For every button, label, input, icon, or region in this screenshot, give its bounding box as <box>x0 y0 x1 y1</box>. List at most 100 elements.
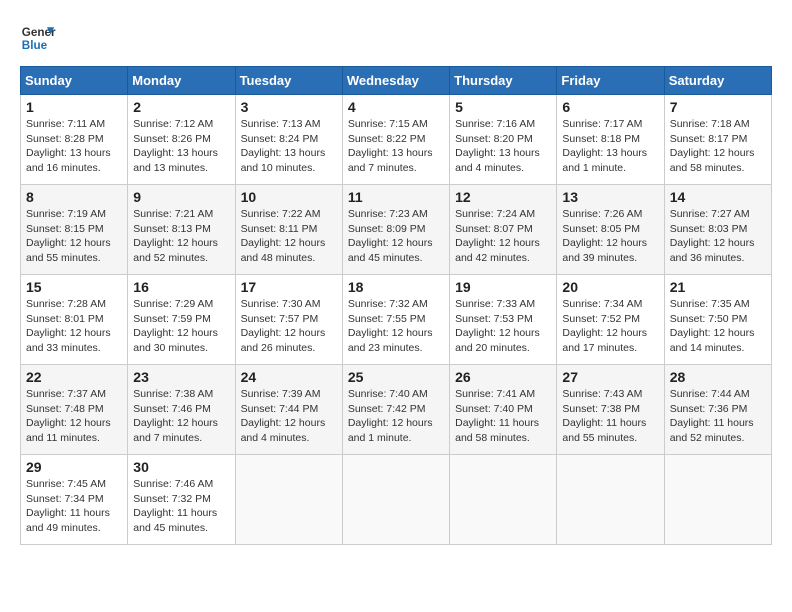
day-number: 15 <box>26 279 122 295</box>
day-detail: Sunrise: 7:19 AMSunset: 8:15 PMDaylight:… <box>26 207 122 266</box>
calendar-week-row: 1 Sunrise: 7:11 AMSunset: 8:28 PMDaylight… <box>21 95 772 185</box>
day-number: 25 <box>348 369 444 385</box>
calendar-week-row: 22Sunrise: 7:37 AMSunset: 7:48 PMDayligh… <box>21 365 772 455</box>
day-number: 23 <box>133 369 229 385</box>
col-friday: Friday <box>557 67 664 95</box>
day-number: 24 <box>241 369 337 385</box>
table-row: 23 Sunrise: 7:38 AMSunset: 7:46 PMDayligh… <box>128 365 235 455</box>
table-row: 16 Sunrise: 7:29 AMSunset: 7:59 PMDayligh… <box>128 275 235 365</box>
day-detail: Sunrise: 7:29 AMSunset: 7:59 PMDaylight:… <box>133 297 229 356</box>
day-detail: Sunrise: 7:28 AMSunset: 8:01 PMDaylight:… <box>26 297 122 356</box>
day-number: 9 <box>133 189 229 205</box>
table-row: 1 Sunrise: 7:11 AMSunset: 8:28 PMDaylight… <box>21 95 128 185</box>
day-number: 29 <box>26 459 122 475</box>
table-row: 12Sunrise: 7:24 AMSunset: 8:07 PMDayligh… <box>450 185 557 275</box>
table-row: 5 Sunrise: 7:16 AMSunset: 8:20 PMDaylight… <box>450 95 557 185</box>
day-detail: Sunrise: 7:35 AMSunset: 7:50 PMDaylight:… <box>670 297 766 356</box>
table-row: 2 Sunrise: 7:12 AMSunset: 8:26 PMDaylight… <box>128 95 235 185</box>
day-number: 13 <box>562 189 658 205</box>
day-detail: Sunrise: 7:43 AMSunset: 7:38 PMDaylight:… <box>562 387 658 446</box>
day-number: 1 <box>26 99 122 115</box>
col-thursday: Thursday <box>450 67 557 95</box>
table-row: 10 Sunrise: 7:22 AMSunset: 8:11 PMDayligh… <box>235 185 342 275</box>
table-row: 7 Sunrise: 7:18 AMSunset: 8:17 PMDaylight… <box>664 95 771 185</box>
col-tuesday: Tuesday <box>235 67 342 95</box>
day-number: 27 <box>562 369 658 385</box>
table-row: 4 Sunrise: 7:15 AMSunset: 8:22 PMDaylight… <box>342 95 449 185</box>
table-row <box>450 455 557 545</box>
day-number: 2 <box>133 99 229 115</box>
day-detail: Sunrise: 7:40 AMSunset: 7:42 PMDaylight:… <box>348 387 444 446</box>
day-detail: Sunrise: 7:26 AMSunset: 8:05 PMDaylight:… <box>562 207 658 266</box>
day-number: 17 <box>241 279 337 295</box>
day-detail: Sunrise: 7:11 AMSunset: 8:28 PMDaylight:… <box>26 117 122 176</box>
table-row: 8 Sunrise: 7:19 AMSunset: 8:15 PMDaylight… <box>21 185 128 275</box>
table-row <box>235 455 342 545</box>
logo: General Blue <box>20 20 56 56</box>
day-number: 8 <box>26 189 122 205</box>
col-monday: Monday <box>128 67 235 95</box>
table-row: 3Sunrise: 7:13 AMSunset: 8:24 PMDaylight… <box>235 95 342 185</box>
day-detail: Sunrise: 7:27 AMSunset: 8:03 PMDaylight:… <box>670 207 766 266</box>
calendar-week-row: 15 Sunrise: 7:28 AMSunset: 8:01 PMDayligh… <box>21 275 772 365</box>
day-detail: Sunrise: 7:13 AMSunset: 8:24 PMDaylight:… <box>241 117 337 176</box>
day-detail: Sunrise: 7:38 AMSunset: 7:46 PMDaylight:… <box>133 387 229 446</box>
day-detail: Sunrise: 7:46 AMSunset: 7:32 PMDaylight:… <box>133 477 229 536</box>
day-detail: Sunrise: 7:32 AMSunset: 7:55 PMDaylight:… <box>348 297 444 356</box>
col-sunday: Sunday <box>21 67 128 95</box>
day-number: 26 <box>455 369 551 385</box>
table-row: 20 Sunrise: 7:34 AMSunset: 7:52 PMDayligh… <box>557 275 664 365</box>
table-row: 15 Sunrise: 7:28 AMSunset: 8:01 PMDayligh… <box>21 275 128 365</box>
day-detail: Sunrise: 7:34 AMSunset: 7:52 PMDaylight:… <box>562 297 658 356</box>
day-detail: Sunrise: 7:21 AMSunset: 8:13 PMDaylight:… <box>133 207 229 266</box>
day-number: 6 <box>562 99 658 115</box>
table-row: 17Sunrise: 7:30 AMSunset: 7:57 PMDayligh… <box>235 275 342 365</box>
calendar-week-row: 8 Sunrise: 7:19 AMSunset: 8:15 PMDaylight… <box>21 185 772 275</box>
table-row: 27 Sunrise: 7:43 AMSunset: 7:38 PMDayligh… <box>557 365 664 455</box>
day-number: 5 <box>455 99 551 115</box>
table-row <box>664 455 771 545</box>
svg-text:Blue: Blue <box>22 39 48 52</box>
table-row <box>557 455 664 545</box>
day-number: 21 <box>670 279 766 295</box>
day-detail: Sunrise: 7:39 AMSunset: 7:44 PMDaylight:… <box>241 387 337 446</box>
table-row <box>342 455 449 545</box>
day-number: 4 <box>348 99 444 115</box>
table-row: 14Sunrise: 7:27 AMSunset: 8:03 PMDayligh… <box>664 185 771 275</box>
day-number: 18 <box>348 279 444 295</box>
day-number: 7 <box>670 99 766 115</box>
day-number: 28 <box>670 369 766 385</box>
day-number: 11 <box>348 189 444 205</box>
table-row: 26Sunrise: 7:41 AMSunset: 7:40 PMDayligh… <box>450 365 557 455</box>
day-detail: Sunrise: 7:45 AMSunset: 7:34 PMDaylight:… <box>26 477 122 536</box>
day-number: 20 <box>562 279 658 295</box>
day-number: 12 <box>455 189 551 205</box>
day-detail: Sunrise: 7:12 AMSunset: 8:26 PMDaylight:… <box>133 117 229 176</box>
day-detail: Sunrise: 7:23 AMSunset: 8:09 PMDaylight:… <box>348 207 444 266</box>
logo-icon: General Blue <box>20 20 56 56</box>
day-number: 16 <box>133 279 229 295</box>
day-detail: Sunrise: 7:33 AMSunset: 7:53 PMDaylight:… <box>455 297 551 356</box>
page-header: General Blue <box>20 20 772 56</box>
table-row: 13 Sunrise: 7:26 AMSunset: 8:05 PMDayligh… <box>557 185 664 275</box>
table-row: 6 Sunrise: 7:17 AMSunset: 8:18 PMDaylight… <box>557 95 664 185</box>
day-number: 10 <box>241 189 337 205</box>
day-detail: Sunrise: 7:18 AMSunset: 8:17 PMDaylight:… <box>670 117 766 176</box>
table-row: 30 Sunrise: 7:46 AMSunset: 7:32 PMDayligh… <box>128 455 235 545</box>
col-wednesday: Wednesday <box>342 67 449 95</box>
day-detail: Sunrise: 7:16 AMSunset: 8:20 PMDaylight:… <box>455 117 551 176</box>
day-number: 22 <box>26 369 122 385</box>
table-row: 19Sunrise: 7:33 AMSunset: 7:53 PMDayligh… <box>450 275 557 365</box>
day-detail: Sunrise: 7:15 AMSunset: 8:22 PMDaylight:… <box>348 117 444 176</box>
table-row: 28 Sunrise: 7:44 AMSunset: 7:36 PMDayligh… <box>664 365 771 455</box>
day-detail: Sunrise: 7:22 AMSunset: 8:11 PMDaylight:… <box>241 207 337 266</box>
day-number: 30 <box>133 459 229 475</box>
calendar-header-row: Sunday Monday Tuesday Wednesday Thursday… <box>21 67 772 95</box>
day-detail: Sunrise: 7:44 AMSunset: 7:36 PMDaylight:… <box>670 387 766 446</box>
col-saturday: Saturday <box>664 67 771 95</box>
table-row: 11 Sunrise: 7:23 AMSunset: 8:09 PMDayligh… <box>342 185 449 275</box>
table-row: 21 Sunrise: 7:35 AMSunset: 7:50 PMDayligh… <box>664 275 771 365</box>
day-detail: Sunrise: 7:17 AMSunset: 8:18 PMDaylight:… <box>562 117 658 176</box>
table-row: 24 Sunrise: 7:39 AMSunset: 7:44 PMDayligh… <box>235 365 342 455</box>
table-row: 18 Sunrise: 7:32 AMSunset: 7:55 PMDayligh… <box>342 275 449 365</box>
